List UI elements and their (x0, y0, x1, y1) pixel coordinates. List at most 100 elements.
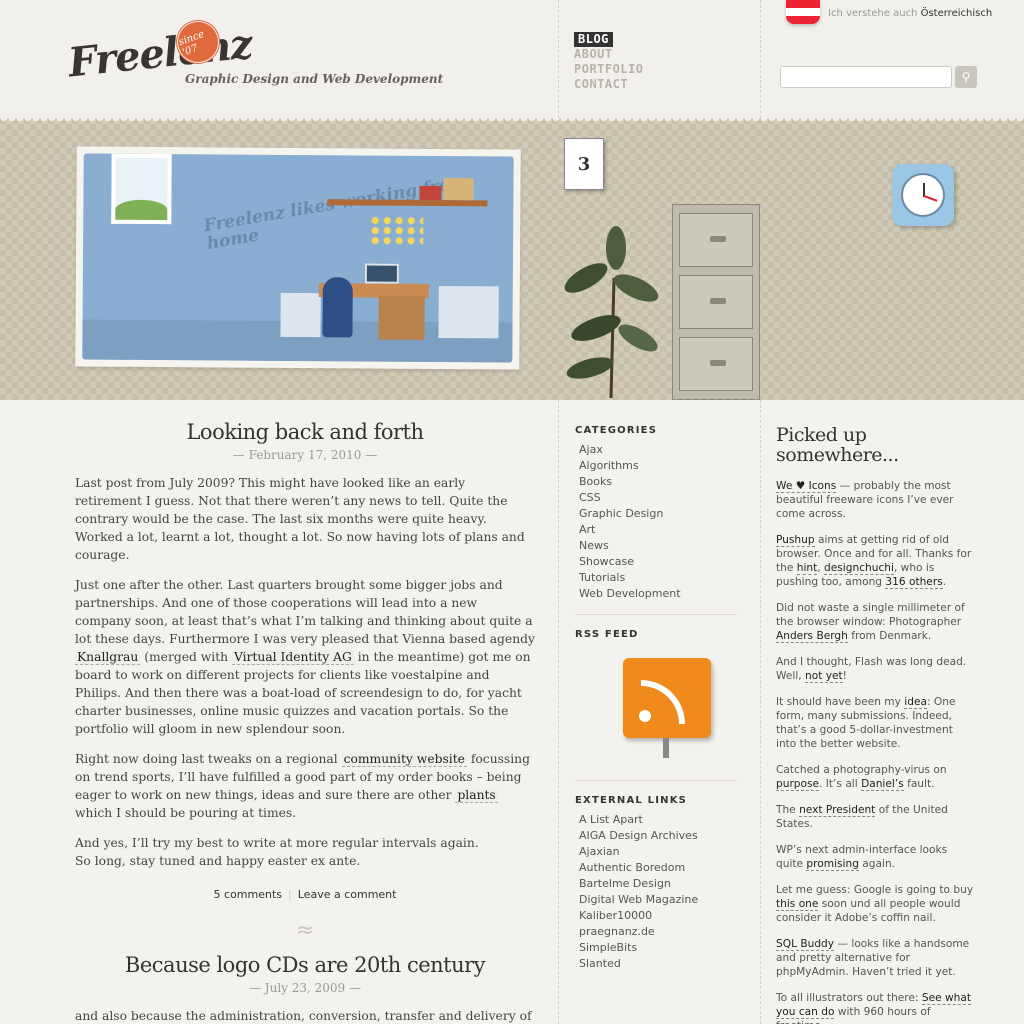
post-title[interactable]: Looking back and forth (75, 420, 535, 444)
category-link[interactable]: Web Development (575, 586, 737, 602)
picked-link[interactable]: Daniel’s (861, 778, 904, 791)
divider-line (760, 400, 761, 1024)
blog-post: Because logo CDs are 20th century — July… (75, 953, 535, 1024)
comments-link[interactable]: 5 comments (214, 888, 283, 901)
header-banner: Freelenz likes working from home 3 (0, 118, 1024, 403)
nav-blog[interactable]: BLOG (574, 32, 613, 47)
category-link[interactable]: Books (575, 474, 737, 490)
post-divider-ornament: ≈ (295, 918, 315, 943)
external-link[interactable]: praegnanz.de (575, 924, 737, 940)
external-link[interactable]: Authentic Boredom (575, 860, 737, 876)
external-link[interactable]: Ajaxian (575, 844, 737, 860)
picked-link[interactable]: not yet (805, 670, 843, 683)
language-switch: Ich verstehe auch Österreichisch (786, 0, 992, 24)
austria-flag-icon[interactable] (786, 0, 820, 24)
picked-item: To all illustrators out there: See what … (776, 991, 976, 1024)
picked-item: SQL Buddy — looks like a handsome and pr… (776, 937, 976, 979)
picked-link[interactable]: promising (806, 858, 859, 871)
category-link[interactable]: Ajax (575, 442, 737, 458)
divider-line (558, 400, 559, 1024)
picked-link[interactable]: We ♥ Icons (776, 480, 837, 493)
post-meta: 5 comments | Leave a comment (213, 888, 397, 901)
clock-icon (892, 164, 954, 226)
picked-link[interactable]: purpose (776, 778, 820, 791)
home-office-illustration: Freelenz likes working from home (75, 146, 521, 370)
post-paragraph: Right now doing last tweaks on a regiona… (75, 752, 530, 820)
post-title[interactable]: Because logo CDs are 20th century (75, 953, 535, 977)
nav-about[interactable]: ABOUT (574, 47, 644, 62)
picked-item: WP’s next admin-interface looks quite pr… (776, 843, 976, 871)
blog-post: Looking back and forth — February 17, 20… (75, 420, 535, 901)
picked-link[interactable]: hint (796, 562, 818, 575)
picked-link[interactable]: SQL Buddy (776, 938, 835, 951)
external-link[interactable]: Kaliber10000 (575, 908, 737, 924)
post-date: — February 17, 2010 — (232, 448, 378, 462)
post-date: — July 23, 2009 — (248, 981, 362, 995)
external-link[interactable]: Slanted (575, 956, 737, 972)
site-logo[interactable]: Freelenz since '07 Graphic Design and We… (66, 18, 443, 106)
category-link[interactable]: Art (575, 522, 737, 538)
divider-line (558, 0, 559, 118)
picked-text: fault. (903, 778, 935, 790)
search-button[interactable]: ⚲ (955, 66, 977, 88)
search-input[interactable] (780, 66, 952, 88)
post-paragraph: And yes, I’ll try my best to write at mo… (75, 836, 479, 868)
picked-item: The next President of the United States. (776, 803, 976, 831)
picked-item: Did not waste a single millimeter of the… (776, 601, 976, 643)
search-form: ⚲ (780, 66, 977, 88)
language-link[interactable]: Österreichisch (921, 8, 993, 19)
language-prefix: Ich verstehe auch (828, 8, 918, 19)
picked-text: Catched a photography-virus on (776, 764, 947, 776)
rss-feed-icon[interactable] (605, 648, 725, 768)
picked-link[interactable]: designchuchi (824, 562, 894, 575)
picked-item: Let me guess: Google is going to buy thi… (776, 883, 976, 925)
picked-link[interactable]: this one (776, 898, 819, 911)
category-link[interactable]: Graphic Design (575, 506, 737, 522)
virtual-identity-link[interactable]: Virtual Identity AG (232, 650, 354, 665)
category-link[interactable]: Tutorials (575, 570, 737, 586)
leave-comment-link[interactable]: Leave a comment (298, 888, 397, 901)
external-links-heading: EXTERNAL LINKS (575, 795, 688, 806)
nav-contact[interactable]: CONTACT (574, 77, 644, 92)
post-paragraph: and also because the administration, con… (75, 1009, 532, 1023)
external-link[interactable]: Bartelme Design (575, 876, 737, 892)
plant-icon (564, 226, 659, 398)
picked-up-section: Picked up somewhere... We ♥ Icons — prob… (776, 425, 976, 1024)
picked-text: Did not waste a single millimeter of the… (776, 602, 965, 628)
picked-text: again. (858, 858, 896, 870)
picked-item: And I thought, Flash was long dead. Well… (776, 655, 976, 683)
categories-list: Ajax Algorithms Books CSS Graphic Design Art N… (575, 442, 737, 602)
plants-link[interactable]: plants (455, 788, 498, 803)
post-paragraph: Last post from July 2009? This might hav… (75, 476, 525, 562)
picked-link[interactable]: Pushup (776, 534, 815, 547)
external-link[interactable]: SimpleBits (575, 940, 737, 956)
blog-content: Looking back and forth — February 17, 20… (75, 420, 535, 1024)
post-body: Last post from July 2009? This might hav… (75, 474, 535, 870)
picked-text: from Denmark. (847, 630, 932, 642)
picked-text: To all illustrators out there: (776, 992, 922, 1004)
picked-item: Pushup aims at getting rid of old browse… (776, 533, 976, 589)
external-link[interactable]: Digital Web Magazine (575, 892, 737, 908)
knallgrau-link[interactable]: Knallgrau (75, 650, 141, 665)
chair-illustration (322, 277, 353, 338)
picked-link[interactable]: idea (904, 696, 927, 709)
picked-text: The (776, 804, 800, 816)
categories-heading: CATEGORIES (575, 425, 658, 436)
calendar-icon: 3 (564, 138, 604, 190)
nav-portfolio[interactable]: PORTFOLIO (574, 62, 644, 77)
window-illustration (111, 153, 172, 225)
category-link[interactable]: Showcase (575, 554, 737, 570)
community-website-link[interactable]: community website (341, 752, 467, 767)
external-links-list: A List Apart AIGA Design Archives Ajaxian A… (575, 812, 737, 972)
picked-link[interactable]: Anders Bergh (776, 630, 848, 643)
category-link[interactable]: News (575, 538, 737, 554)
picked-link[interactable]: next President (799, 804, 876, 817)
category-link[interactable]: Algorithms (575, 458, 737, 474)
search-icon: ⚲ (961, 70, 971, 84)
site-header: Freelenz since '07 Graphic Design and We… (0, 0, 1024, 118)
category-link[interactable]: CSS (575, 490, 737, 506)
external-link[interactable]: A List Apart (575, 812, 737, 828)
rss-heading: RSS FEED (575, 629, 639, 640)
picked-link[interactable]: 316 others (885, 576, 943, 589)
external-link[interactable]: AIGA Design Archives (575, 828, 737, 844)
